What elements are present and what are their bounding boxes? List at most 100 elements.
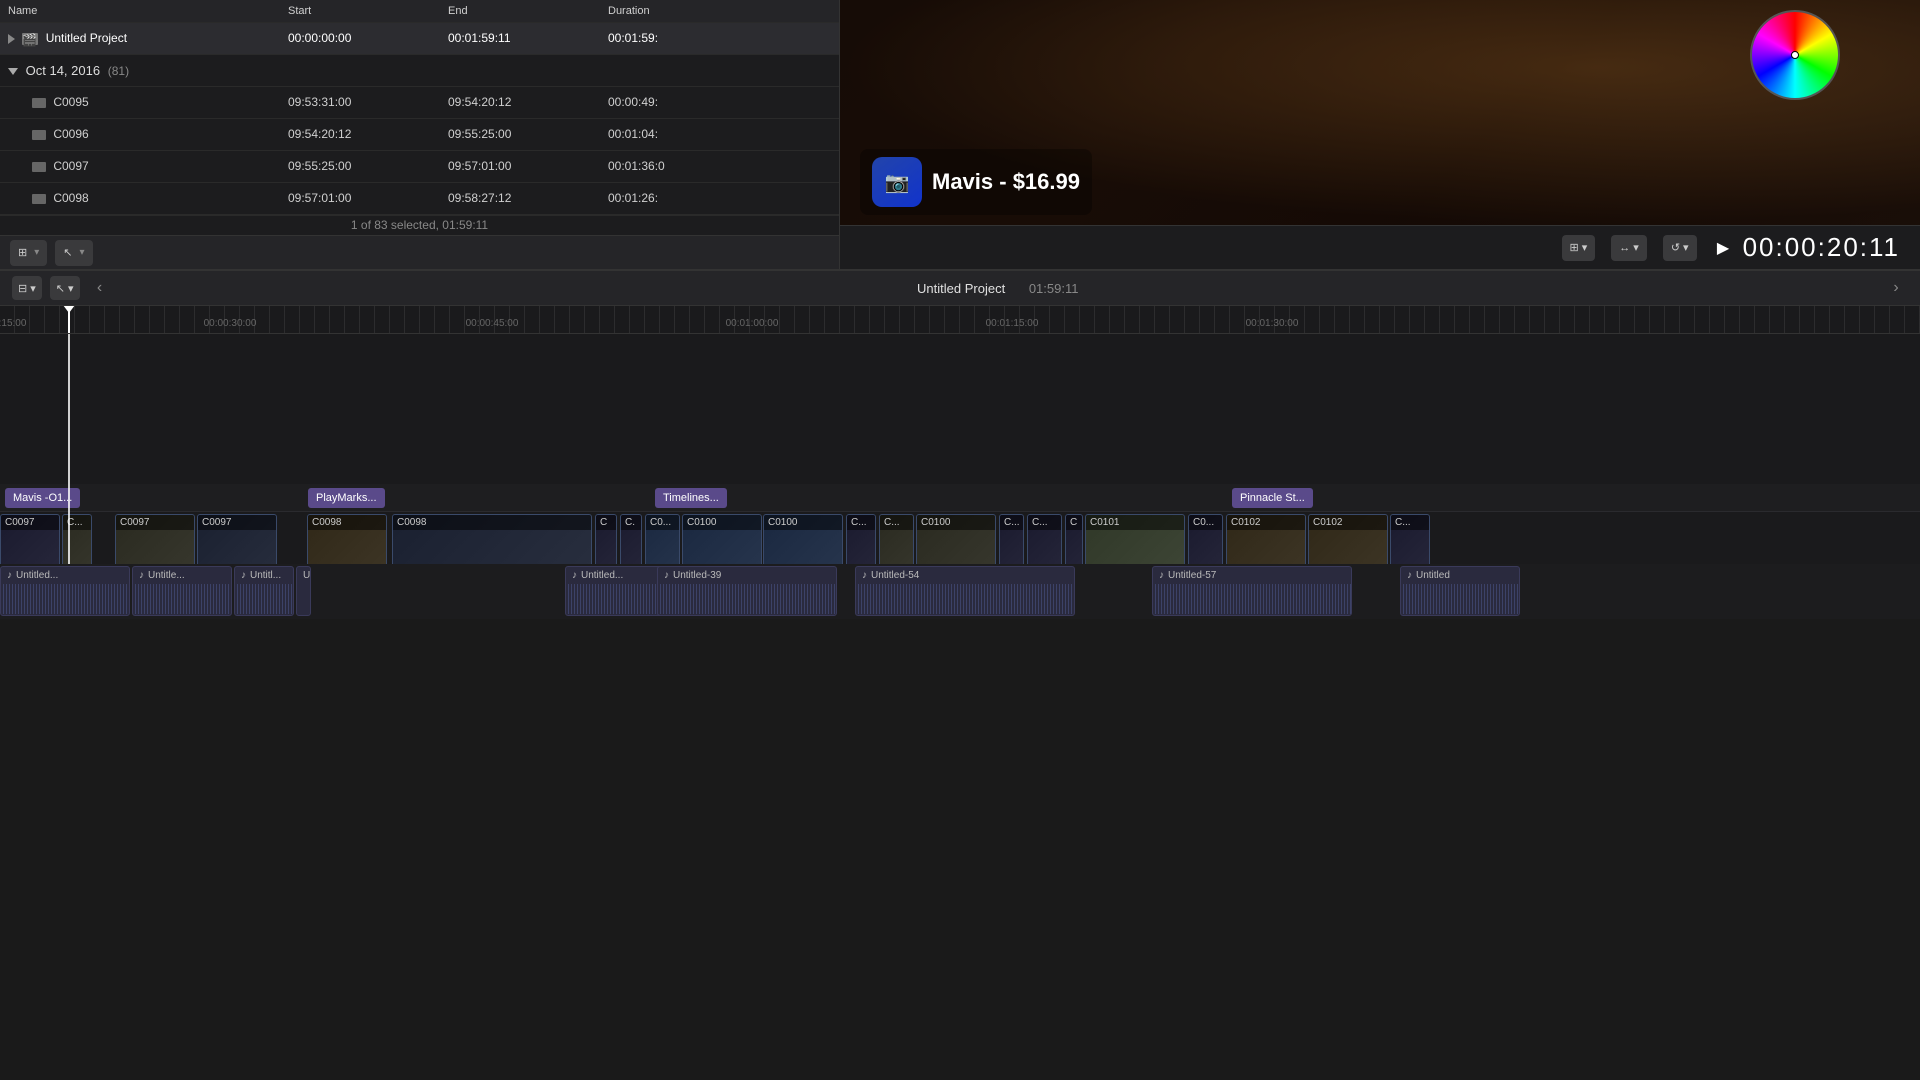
audio-untitled-last[interactable]: ♪Untitled [1400,566,1520,616]
fit-btn[interactable]: ⊞ ▾ [1562,235,1596,261]
col-end: End [440,0,600,22]
browser-table: Name Start End Duration 🎬 Untitled Proje… [0,0,839,215]
audio-untitled-57[interactable]: ♪Untitled-57 [1152,566,1352,616]
lower-audio-track: ♪Untitled... ♪Untitle... ♪Untitl... U ♪U… [0,564,1920,619]
clip-c-last[interactable]: C... [1390,514,1430,564]
waveform-1 [1,584,129,614]
timeline-tool-btn[interactable]: ↖ ▾ [50,276,80,300]
audio-icon-39: ♪ [664,570,669,581]
clip-name-c0096: C0096 [0,118,280,150]
film-icon [32,130,46,140]
clip-c0097-2[interactable]: C0097 [115,514,195,564]
timecode-value: 00:00:20:11 [1743,232,1900,263]
speed-icon: ↺ [1671,241,1680,254]
clip-c0098-2[interactable]: C0098 [392,514,592,564]
audio-untitl-3[interactable]: ♪Untitl... [234,566,294,616]
clips-track: C0097 C... C0097 C0097 C0098 C0098 C C. … [0,512,1920,564]
preview-video: 📷 Mavis - $16.99 [840,0,1920,225]
ruler-ticks [0,306,1920,333]
transform-chevron: ▾ [1633,241,1639,254]
clip-c-1[interactable]: C [595,514,617,564]
clip-c0102-2[interactable]: C0102 [1308,514,1388,564]
clip-c0-3[interactable]: C... [1027,514,1062,564]
film-icon [32,98,46,108]
clip-c-sm1[interactable]: C... [62,514,92,564]
app-icon: 📷 [872,157,922,207]
fit-chevron: ▾ [1582,241,1588,254]
view-mode-btn[interactable]: ⊞ ▾ [10,240,47,266]
timeline-main[interactable]: Mavis -O1... PlayMarks... Timelines... P… [0,334,1920,564]
clip-c-5[interactable]: C [1065,514,1083,564]
marker-timelines[interactable]: Timelines... [655,488,727,508]
clip-c0-4[interactable]: C0... [1188,514,1223,564]
clip-row-c0097[interactable]: C0097 09:55:25:00 09:57:01:00 00:01:36:0 [0,150,839,182]
marker-pinnacle[interactable]: Pinnacle St... [1232,488,1313,508]
project-row[interactable]: 🎬 Untitled Project 00:00:00:00 00:01:59:… [0,22,839,54]
audio-u-4[interactable]: U [296,566,311,616]
marker-playmarks[interactable]: PlayMarks... [308,488,385,508]
clip-c0100-1[interactable]: C0100 [682,514,762,564]
timeline-playhead [68,334,70,564]
audio-untitled-54[interactable]: ♪Untitled-54 [855,566,1075,616]
clip-row-c0098[interactable]: C0098 09:57:01:00 09:58:27:12 00:01:26: [0,182,839,214]
col-name: Name [0,0,280,22]
timeline-tool-chevron: ▾ [68,282,74,295]
pointer-icon: ↖ [63,246,72,259]
clip-c0097-3[interactable]: C0097 [197,514,277,564]
preview-controls: ⊞ ▾ ↔ ▾ ↺ ▾ ▶ 00:00:20:11 [840,225,1920,269]
project-duration: 00:01:59: [600,22,839,54]
expand-icon [8,34,15,44]
clip-c0098-1[interactable]: C0098 [307,514,387,564]
tool-btn[interactable]: ↖ ▾ [55,240,92,266]
clip-c0101[interactable]: C0101 [1085,514,1185,564]
audio-untitled-39[interactable]: ♪Untitled-39 [657,566,837,616]
timeline-duration: 01:59:11 [1029,281,1079,296]
browser-status: 1 of 83 selected, 01:59:11 [0,215,839,236]
speed-chevron: ▾ [1683,241,1689,254]
top-section: Name Start End Duration 🎬 Untitled Proje… [0,0,1920,270]
speed-btn[interactable]: ↺ ▾ [1663,235,1697,261]
timeline-view-chevron: ▾ [30,282,36,295]
waveform-39 [658,584,836,614]
clip-c-4[interactable]: C... [999,514,1024,564]
clip-c-2[interactable]: C. [620,514,642,564]
clip-row-c0096[interactable]: C0096 09:54:20:12 09:55:25:00 00:01:04: [0,118,839,150]
clip-name-c0097: C0097 [0,150,280,182]
timeline-ruler: 00:00:15:00 00:00:30:00 00:00:45:00 00:0… [0,306,1920,334]
play-button[interactable]: ▶ [1713,237,1735,259]
waveform-54 [856,584,1074,614]
timeline-bar: ⊟ ▾ ↖ ▾ ‹ Untitled Project 01:59:11 › [0,270,1920,306]
waveform-3 [235,584,293,614]
project-start: 00:00:00:00 [280,22,440,54]
color-wheel-circle [1750,10,1840,100]
project-end: 00:01:59:11 [440,22,600,54]
timeline-project-title: Untitled Project 01:59:11 [120,281,1877,296]
col-start: Start [280,0,440,22]
transform-btn[interactable]: ↔ ▾ [1611,235,1647,261]
timeline-view-btn[interactable]: ⊟ ▾ [12,276,42,300]
empty-track-area [0,334,1920,484]
clip-c0-2[interactable]: C... [879,514,914,564]
timeline-view-icon: ⊟ [18,282,27,295]
audio-untitle-2[interactable]: ♪Untitle... [132,566,232,616]
transform-icon: ↔ [1619,242,1630,254]
color-wheel-dot [1791,51,1799,59]
selection-status: 1 of 83 selected, 01:59:11 [351,218,488,232]
project-title-text: Untitled Project [917,281,1005,296]
clip-row-c0095[interactable]: C0095 09:53:31:00 09:54:20:12 00:00:49: [0,86,839,118]
clip-c0097-1[interactable]: C0097 [0,514,60,564]
clip-c0100-2[interactable]: C0100 [763,514,843,564]
timeline-back-btn[interactable]: ‹ [88,276,112,300]
date-group-row[interactable]: Oct 14, 2016 (81) [0,54,839,86]
clip-c0100-3[interactable]: C0100 [916,514,996,564]
audio-untitled-1[interactable]: ♪Untitled... [0,566,130,616]
audio-icon-3: ♪ [241,570,246,581]
grid-icon: ⊞ [18,246,27,259]
ruler-playhead [68,306,70,333]
app-badge: 📷 Mavis - $16.99 [860,149,1092,215]
timeline-forward-btn[interactable]: › [1884,276,1908,300]
app-name-label: Mavis - $16.99 [932,169,1080,195]
clip-c0102-1[interactable]: C0102 [1226,514,1306,564]
clip-c0-1[interactable]: C0... [645,514,680,564]
clip-c-3[interactable]: C... [846,514,876,564]
